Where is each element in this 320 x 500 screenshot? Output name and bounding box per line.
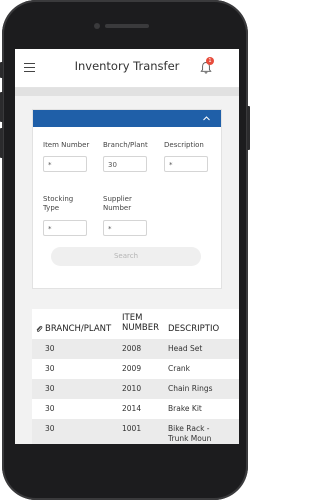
cell-branch-plant: 30 (45, 384, 55, 393)
cell-item-number: 2010 (122, 384, 142, 393)
cell-description: Crank (168, 364, 191, 373)
volume-up-button (0, 92, 3, 122)
app-screen: Inventory Transfer 1 Item Number * Branc… (15, 49, 239, 444)
results-table: BRANCH/PLANT ITEM NUMBER DESCRIPTIO 30 2… (32, 309, 239, 444)
table-row[interactable]: 30 2010 Chain Rings (32, 379, 239, 399)
table-row[interactable]: 30 2014 Brake Kit (32, 399, 239, 419)
table-row[interactable]: 30 2008 Head Set (32, 339, 239, 359)
stocking-type-label: Stocking Type (43, 195, 74, 212)
branch-plant-label: Branch/Plant (103, 141, 148, 149)
supplier-number-field[interactable]: * (103, 220, 147, 236)
mute-switch (0, 62, 3, 78)
phone-frame: Inventory Transfer 1 Item Number * Branc… (0, 0, 250, 500)
paperclip-icon (36, 325, 43, 332)
table-row[interactable]: 30 1001 Bike Rack - Trunk Moun (32, 419, 239, 444)
table-header: BRANCH/PLANT ITEM NUMBER DESCRIPTIO (32, 309, 239, 339)
supplier-number-label: Supplier Number (103, 195, 132, 212)
cell-branch-plant: 30 (45, 344, 55, 353)
table-row[interactable]: 30 2009 Crank (32, 359, 239, 379)
cell-description: Bike Rack - Trunk Moun (168, 424, 212, 443)
search-button[interactable]: Search (51, 247, 201, 266)
column-header-description[interactable]: DESCRIPTIO (168, 324, 219, 334)
cell-item-number: 1001 (122, 424, 142, 433)
branch-plant-field[interactable]: 30 (103, 156, 147, 172)
column-header-item-number[interactable]: ITEM NUMBER (122, 313, 159, 333)
cell-item-number: 2009 (122, 364, 142, 373)
power-button (247, 106, 250, 150)
item-number-label: Item Number (43, 141, 90, 149)
cell-description: Head Set (168, 344, 203, 353)
app-header: Inventory Transfer 1 (15, 49, 239, 88)
chevron-up-icon[interactable] (202, 114, 211, 123)
front-camera (94, 23, 100, 29)
cell-branch-plant: 30 (45, 364, 55, 373)
cell-branch-plant: 30 (45, 424, 55, 433)
item-number-field[interactable]: * (43, 156, 87, 172)
earpiece-speaker (105, 24, 149, 28)
notification-badge: 1 (206, 57, 214, 65)
cell-item-number: 2008 (122, 344, 142, 353)
cell-description: Chain Rings (168, 384, 213, 393)
description-label: Description (164, 141, 204, 149)
description-field[interactable]: * (164, 156, 208, 172)
cell-branch-plant: 30 (45, 404, 55, 413)
cell-description: Brake Kit (168, 404, 202, 413)
volume-down-button (0, 128, 3, 158)
filter-panel-header[interactable] (33, 110, 221, 127)
column-header-branch-plant[interactable]: BRANCH/PLANT (45, 324, 111, 334)
search-filter-panel: Item Number * Branch/Plant 30 Descriptio… (32, 109, 222, 289)
header-divider (15, 88, 239, 96)
stocking-type-field[interactable]: * (43, 220, 87, 236)
cell-item-number: 2014 (122, 404, 142, 413)
